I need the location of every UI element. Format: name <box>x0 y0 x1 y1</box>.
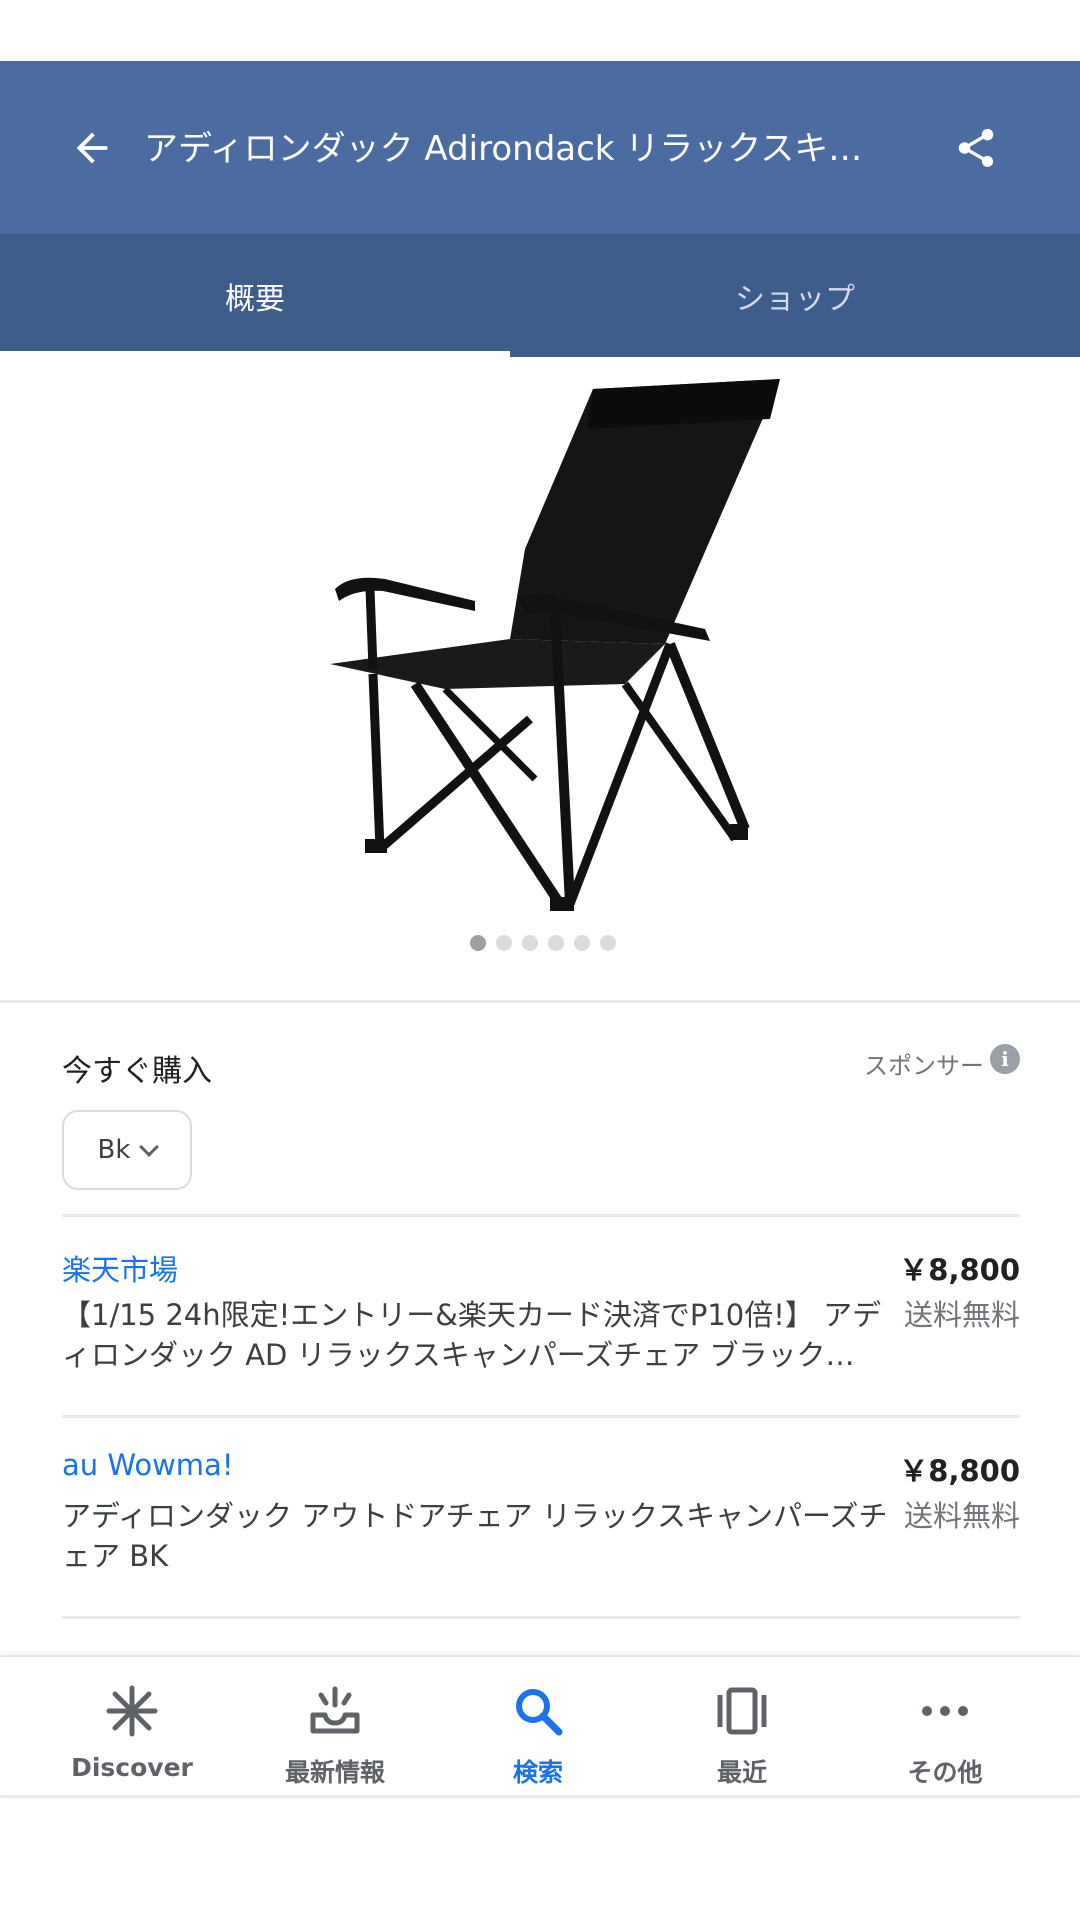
nav-label: 検索 <box>512 1758 563 1787</box>
arrow-back-icon <box>76 132 108 164</box>
offer-price: ￥8,800 <box>899 1253 1020 1287</box>
nav-search[interactable]: 検索 <box>436 1657 640 1800</box>
tab-bar: 概要 ショップ <box>0 234 1080 357</box>
chevron-down-icon <box>139 1137 160 1157</box>
nav-label: 最近 <box>716 1758 767 1787</box>
offer-shipping: 送料無料 <box>903 1499 1020 1533</box>
carousel-dot[interactable] <box>548 935 564 951</box>
variant-value: Bk <box>97 1135 131 1165</box>
product-image <box>330 379 780 911</box>
nav-updates[interactable]: 最新情報 <box>233 1657 437 1800</box>
offer-store[interactable]: au Wowma! <box>62 1448 233 1482</box>
updates-tray-icon <box>310 1686 360 1734</box>
divider <box>62 1616 1020 1619</box>
offer-row[interactable]: 楽天市場 ￥8,800 【1/15 24h限定!エントリー&楽天カード決済でP1… <box>62 1247 1020 1397</box>
variant-dropdown[interactable]: Bk <box>62 1110 192 1190</box>
carousel-dots <box>470 935 616 951</box>
bottom-navigation: Discover 最新情報 検索 最近 その他 <box>0 1655 1080 1798</box>
nav-label: 最新情報 <box>284 1758 385 1787</box>
divider <box>62 1415 1020 1418</box>
discover-asterisk-icon <box>106 1685 158 1737</box>
search-icon <box>516 1689 563 1736</box>
buy-now-title: 今すぐ購入 <box>62 1054 212 1089</box>
offer-description: アディロンダック アウトドアチェア リラックスキャンパーズチェア BK <box>62 1499 888 1573</box>
share-icon <box>958 128 994 168</box>
nav-more[interactable]: その他 <box>843 1657 1047 1800</box>
carousel-dot[interactable] <box>600 935 616 951</box>
sponsor-label: スポンサー <box>864 1052 984 1080</box>
nav-label: その他 <box>907 1758 983 1787</box>
carousel-dot[interactable] <box>522 935 538 951</box>
carousel-dot[interactable] <box>470 935 486 951</box>
carousel-dot[interactable] <box>574 935 590 951</box>
product-image-carousel[interactable] <box>0 357 1080 1003</box>
offer-shipping: 送料無料 <box>903 1298 1020 1332</box>
offer-store[interactable]: 楽天市場 <box>62 1247 178 1289</box>
page-title: アディロンダック Adirondack リラックスキャ… <box>144 129 884 169</box>
info-icon[interactable]: i <box>990 1044 1020 1074</box>
divider <box>62 1214 1020 1217</box>
more-dots-icon <box>922 1706 968 1716</box>
divider <box>0 1000 1080 1003</box>
offer-description: 【1/15 24h限定!エントリー&楽天カード決済でP10倍!】 アディロンダッ… <box>62 1298 882 1372</box>
nav-label: Discover <box>71 1753 193 1782</box>
tab-overview[interactable]: 概要 <box>0 234 510 357</box>
recent-cards-icon <box>717 1687 767 1735</box>
tab-shop[interactable]: ショップ <box>540 234 1050 357</box>
offer-price: ￥8,800 <box>899 1454 1020 1488</box>
back-button[interactable] <box>60 116 124 180</box>
nav-discover[interactable]: Discover <box>30 1657 234 1800</box>
share-button[interactable] <box>944 116 1008 180</box>
carousel-dot[interactable] <box>496 935 512 951</box>
app-bar: アディロンダック Adirondack リラックスキャ… <box>0 61 1080 234</box>
status-bar <box>0 0 1080 61</box>
offer-row[interactable]: au Wowma! ￥8,800 アディロンダック アウトドアチェア リラックス… <box>62 1448 1020 1598</box>
nav-recent[interactable]: 最近 <box>640 1657 844 1800</box>
